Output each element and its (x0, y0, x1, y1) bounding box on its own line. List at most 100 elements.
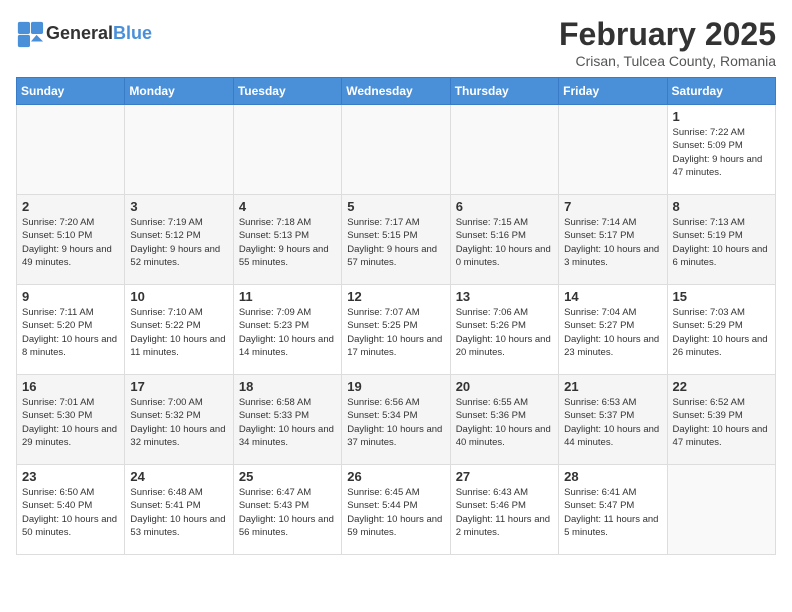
calendar-cell: 5 Sunrise: 7:17 AM Sunset: 5:15 PM Daylig… (342, 195, 450, 285)
calendar-cell: 23 Sunrise: 6:50 AM Sunset: 5:40 PM Dayli… (17, 465, 125, 555)
day-info: Sunrise: 7:20 AM Sunset: 5:10 PM Dayligh… (22, 216, 119, 269)
day-info: Sunrise: 7:18 AM Sunset: 5:13 PM Dayligh… (239, 216, 336, 269)
calendar-cell: 22Sunrise: 6:52 AM Sunset: 5:39 PM Dayli… (667, 375, 775, 465)
calendar-cell: 4 Sunrise: 7:18 AM Sunset: 5:13 PM Daylig… (233, 195, 341, 285)
weekday-header-tuesday: Tuesday (233, 78, 341, 105)
calendar-cell: 28Sunrise: 6:41 AM Sunset: 5:47 PM Dayli… (559, 465, 667, 555)
weekday-header-thursday: Thursday (450, 78, 558, 105)
calendar-cell: 20 Sunrise: 6:55 AM Sunset: 5:36 PM Dayli… (450, 375, 558, 465)
calendar-cell: 26 Sunrise: 6:45 AM Sunset: 5:44 PM Dayli… (342, 465, 450, 555)
title-block: February 2025 Crisan, Tulcea County, Rom… (559, 16, 776, 69)
day-number: 9 (22, 289, 119, 304)
logo-blue: Blue (113, 23, 152, 43)
calendar-week-1: 1Sunrise: 7:22 AM Sunset: 5:09 PM Daylig… (17, 105, 776, 195)
calendar-cell (559, 105, 667, 195)
day-info: Sunrise: 7:09 AM Sunset: 5:23 PM Dayligh… (239, 306, 336, 359)
day-info: Sunrise: 7:06 AM Sunset: 5:26 PM Dayligh… (456, 306, 553, 359)
day-info: Sunrise: 7:11 AM Sunset: 5:20 PM Dayligh… (22, 306, 119, 359)
day-info: Sunrise: 7:19 AM Sunset: 5:12 PM Dayligh… (130, 216, 227, 269)
day-number: 24 (130, 469, 227, 484)
calendar-cell: 24 Sunrise: 6:48 AM Sunset: 5:41 PM Dayli… (125, 465, 233, 555)
day-info: Sunrise: 6:43 AM Sunset: 5:46 PM Dayligh… (456, 486, 553, 539)
day-number: 14 (564, 289, 661, 304)
location-title: Crisan, Tulcea County, Romania (559, 53, 776, 69)
weekday-header-wednesday: Wednesday (342, 78, 450, 105)
weekday-header-saturday: Saturday (667, 78, 775, 105)
calendar-cell (17, 105, 125, 195)
calendar-cell (125, 105, 233, 195)
calendar-cell: 7 Sunrise: 7:14 AM Sunset: 5:17 PM Daylig… (559, 195, 667, 285)
calendar-cell: 12 Sunrise: 7:07 AM Sunset: 5:25 PM Dayli… (342, 285, 450, 375)
day-info: Sunrise: 6:47 AM Sunset: 5:43 PM Dayligh… (239, 486, 336, 539)
day-info: Sunrise: 7:17 AM Sunset: 5:15 PM Dayligh… (347, 216, 444, 269)
day-info: Sunrise: 7:03 AM Sunset: 5:29 PM Dayligh… (673, 306, 770, 359)
day-info: Sunrise: 7:07 AM Sunset: 5:25 PM Dayligh… (347, 306, 444, 359)
day-number: 19 (347, 379, 444, 394)
calendar-cell (233, 105, 341, 195)
calendar-cell: 15Sunrise: 7:03 AM Sunset: 5:29 PM Dayli… (667, 285, 775, 375)
day-info: Sunrise: 7:01 AM Sunset: 5:30 PM Dayligh… (22, 396, 119, 449)
day-number: 27 (456, 469, 553, 484)
calendar-header-row: SundayMondayTuesdayWednesdayThursdayFrid… (17, 78, 776, 105)
calendar-cell: 13 Sunrise: 7:06 AM Sunset: 5:26 PM Dayli… (450, 285, 558, 375)
day-number: 11 (239, 289, 336, 304)
day-number: 7 (564, 199, 661, 214)
calendar-cell: 2 Sunrise: 7:20 AM Sunset: 5:10 PM Daylig… (17, 195, 125, 285)
day-number: 2 (22, 199, 119, 214)
day-number: 3 (130, 199, 227, 214)
page-header: GeneralBlue February 2025 Crisan, Tulcea… (16, 16, 776, 69)
day-number: 4 (239, 199, 336, 214)
day-number: 26 (347, 469, 444, 484)
calendar-week-3: 9 Sunrise: 7:11 AM Sunset: 5:20 PM Daylig… (17, 285, 776, 375)
day-info: Sunrise: 6:50 AM Sunset: 5:40 PM Dayligh… (22, 486, 119, 539)
day-info: Sunrise: 7:04 AM Sunset: 5:27 PM Dayligh… (564, 306, 661, 359)
day-info: Sunrise: 6:58 AM Sunset: 5:33 PM Dayligh… (239, 396, 336, 449)
calendar-table: SundayMondayTuesdayWednesdayThursdayFrid… (16, 77, 776, 555)
day-info: Sunrise: 7:15 AM Sunset: 5:16 PM Dayligh… (456, 216, 553, 269)
day-number: 8 (673, 199, 770, 214)
weekday-header-monday: Monday (125, 78, 233, 105)
calendar-cell (450, 105, 558, 195)
day-number: 18 (239, 379, 336, 394)
calendar-cell: 27 Sunrise: 6:43 AM Sunset: 5:46 PM Dayli… (450, 465, 558, 555)
calendar-cell: 14 Sunrise: 7:04 AM Sunset: 5:27 PM Dayli… (559, 285, 667, 375)
day-info: Sunrise: 6:55 AM Sunset: 5:36 PM Dayligh… (456, 396, 553, 449)
day-number: 21 (564, 379, 661, 394)
calendar-cell: 8 Sunrise: 7:13 AM Sunset: 5:19 PM Daylig… (667, 195, 775, 285)
logo: GeneralBlue (16, 20, 152, 48)
day-info: Sunrise: 7:10 AM Sunset: 5:22 PM Dayligh… (130, 306, 227, 359)
day-number: 1 (673, 109, 770, 124)
day-number: 13 (456, 289, 553, 304)
day-number: 16 (22, 379, 119, 394)
day-info: Sunrise: 6:45 AM Sunset: 5:44 PM Dayligh… (347, 486, 444, 539)
day-number: 20 (456, 379, 553, 394)
day-number: 23 (22, 469, 119, 484)
weekday-header-friday: Friday (559, 78, 667, 105)
logo-general: General (46, 23, 113, 43)
calendar-cell: 10 Sunrise: 7:10 AM Sunset: 5:22 PM Dayli… (125, 285, 233, 375)
calendar-cell: 19 Sunrise: 6:56 AM Sunset: 5:34 PM Dayli… (342, 375, 450, 465)
calendar-cell: 11 Sunrise: 7:09 AM Sunset: 5:23 PM Dayli… (233, 285, 341, 375)
calendar-cell (667, 465, 775, 555)
day-info: Sunrise: 7:13 AM Sunset: 5:19 PM Dayligh… (673, 216, 770, 269)
calendar-cell: 18 Sunrise: 6:58 AM Sunset: 5:33 PM Dayli… (233, 375, 341, 465)
day-number: 22 (673, 379, 770, 394)
day-info: Sunrise: 6:53 AM Sunset: 5:37 PM Dayligh… (564, 396, 661, 449)
calendar-cell (342, 105, 450, 195)
day-number: 6 (456, 199, 553, 214)
day-info: Sunrise: 6:48 AM Sunset: 5:41 PM Dayligh… (130, 486, 227, 539)
calendar-cell: 16 Sunrise: 7:01 AM Sunset: 5:30 PM Dayli… (17, 375, 125, 465)
calendar-week-2: 2 Sunrise: 7:20 AM Sunset: 5:10 PM Daylig… (17, 195, 776, 285)
day-info: Sunrise: 7:14 AM Sunset: 5:17 PM Dayligh… (564, 216, 661, 269)
calendar-cell: 25Sunrise: 6:47 AM Sunset: 5:43 PM Dayli… (233, 465, 341, 555)
day-number: 17 (130, 379, 227, 394)
calendar-cell: 17Sunrise: 7:00 AM Sunset: 5:32 PM Dayli… (125, 375, 233, 465)
calendar-cell: 21 Sunrise: 6:53 AM Sunset: 5:37 PM Dayli… (559, 375, 667, 465)
day-info: Sunrise: 6:41 AM Sunset: 5:47 PM Dayligh… (564, 486, 661, 539)
day-info: Sunrise: 6:56 AM Sunset: 5:34 PM Dayligh… (347, 396, 444, 449)
calendar-cell: 6 Sunrise: 7:15 AM Sunset: 5:16 PM Daylig… (450, 195, 558, 285)
calendar-cell: 1Sunrise: 7:22 AM Sunset: 5:09 PM Daylig… (667, 105, 775, 195)
day-number: 10 (130, 289, 227, 304)
day-number: 5 (347, 199, 444, 214)
day-number: 12 (347, 289, 444, 304)
